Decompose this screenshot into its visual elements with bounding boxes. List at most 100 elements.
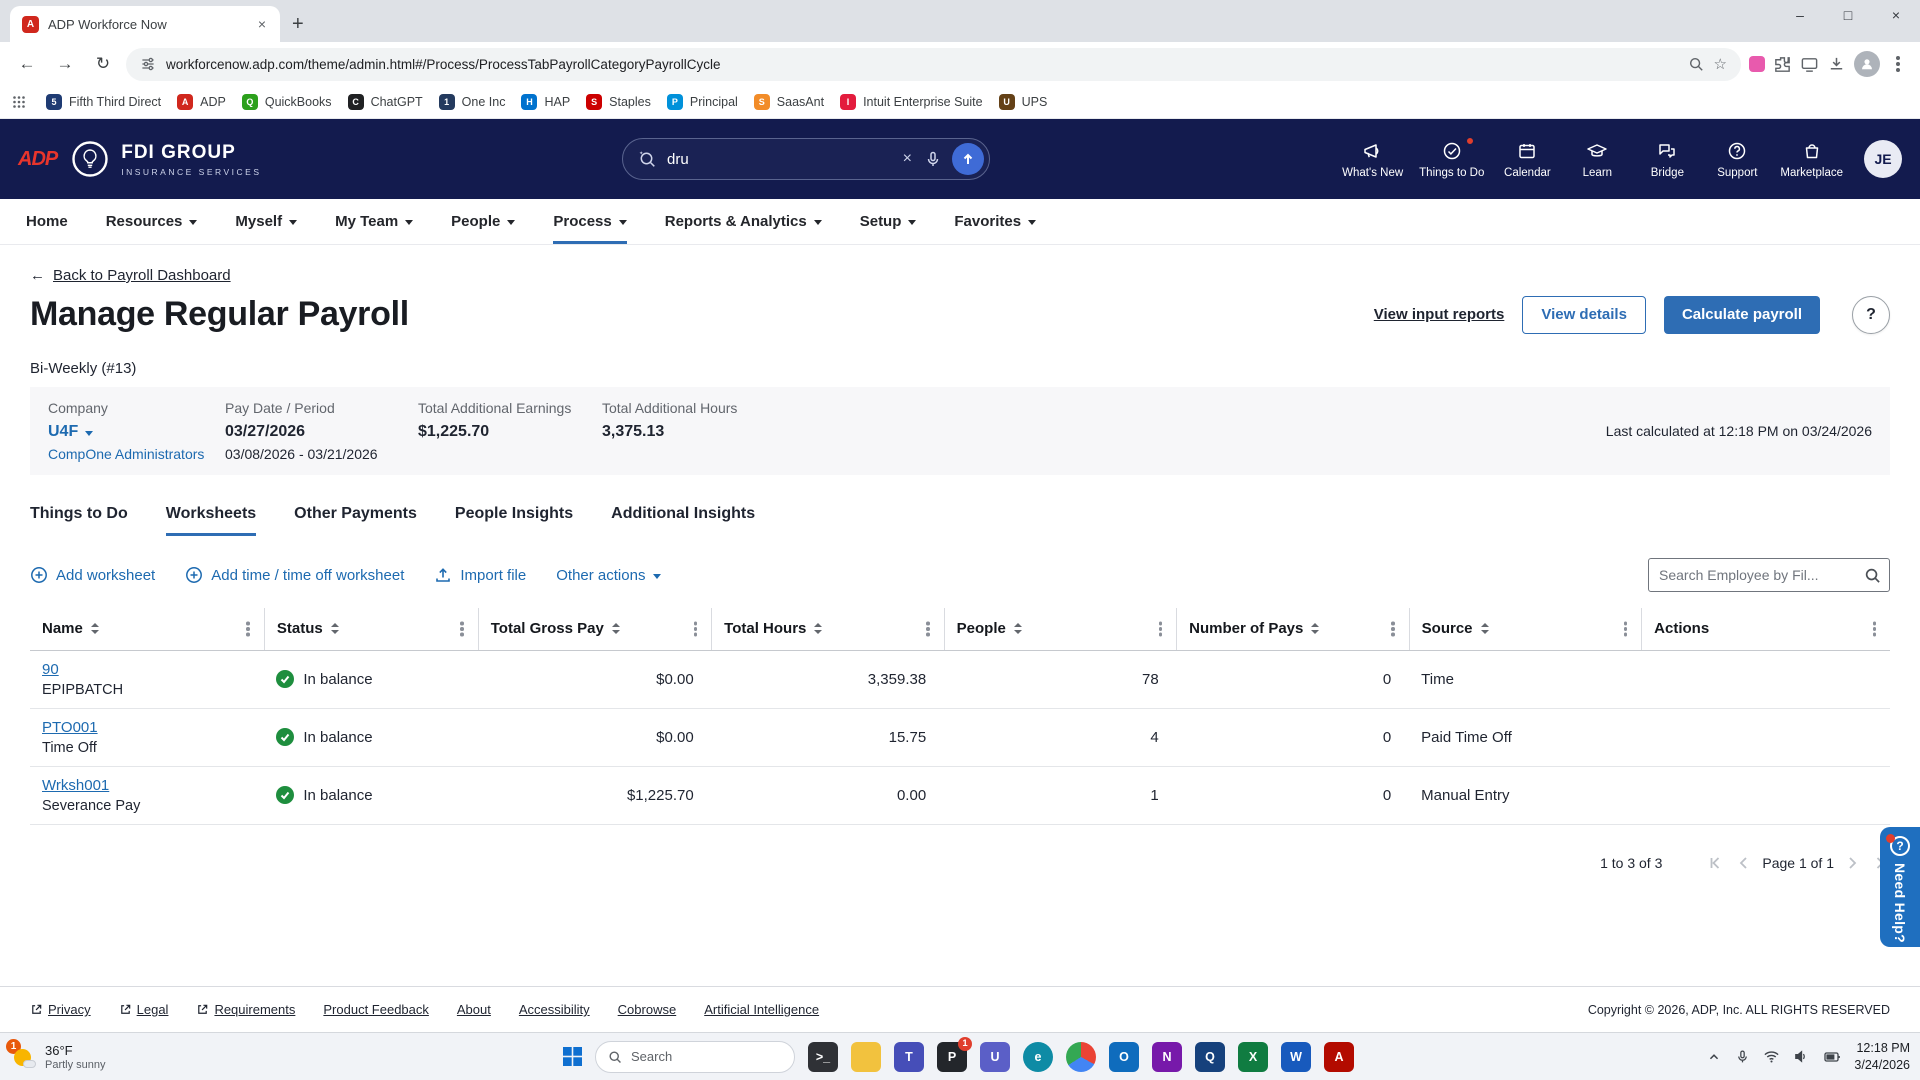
zoom-icon[interactable] bbox=[1688, 56, 1704, 72]
bookmark-item[interactable]: 1 One Inc bbox=[431, 91, 514, 113]
things-to-do-button[interactable]: Things to Do bbox=[1414, 140, 1489, 179]
nav-item[interactable]: Setup bbox=[860, 199, 917, 244]
tab-item[interactable]: People Insights bbox=[455, 505, 573, 536]
employee-search-input[interactable] bbox=[1648, 558, 1890, 592]
calculate-payroll-button[interactable]: Calculate payroll bbox=[1664, 296, 1820, 334]
taskbar-search[interactable]: Search bbox=[595, 1041, 795, 1073]
nav-item[interactable]: People bbox=[451, 199, 515, 244]
column-header[interactable]: People bbox=[944, 608, 1177, 650]
column-header[interactable]: Status bbox=[264, 608, 478, 650]
cast-icon[interactable] bbox=[1800, 55, 1819, 74]
help-button[interactable]: ? bbox=[1852, 296, 1890, 334]
column-menu-icon[interactable] bbox=[694, 627, 698, 631]
wifi-icon[interactable] bbox=[1763, 1048, 1780, 1065]
browser-menu-icon[interactable] bbox=[1896, 62, 1900, 66]
column-header[interactable]: Source bbox=[1409, 608, 1642, 650]
people-app-icon[interactable]: U bbox=[980, 1042, 1010, 1072]
footer-link[interactable]: Legal bbox=[119, 1002, 169, 1017]
whats-new-button[interactable]: What's New bbox=[1337, 140, 1408, 179]
browser-reload-icon[interactable]: ↻ bbox=[88, 49, 118, 79]
user-avatar[interactable]: JE bbox=[1864, 140, 1902, 178]
column-menu-icon[interactable] bbox=[1391, 627, 1395, 631]
worksheet-name-link[interactable]: PTO001 bbox=[42, 719, 98, 736]
need-help-tab[interactable]: ? Need Help? bbox=[1880, 827, 1920, 947]
learn-button[interactable]: Learn bbox=[1565, 140, 1629, 179]
column-menu-icon[interactable] bbox=[1624, 627, 1628, 631]
global-search-input[interactable] bbox=[667, 151, 891, 168]
tab-item[interactable]: Other Payments bbox=[294, 505, 417, 536]
worksheet-name-link[interactable]: 90 bbox=[42, 661, 59, 678]
start-button-icon[interactable] bbox=[563, 1047, 582, 1066]
nav-item[interactable]: Process bbox=[553, 199, 626, 244]
acrobat-icon[interactable]: A bbox=[1324, 1042, 1354, 1072]
bookmark-item[interactable]: I Intuit Enterprise Suite bbox=[832, 91, 991, 113]
first-page-icon[interactable] bbox=[1706, 853, 1726, 873]
footer-link[interactable]: About bbox=[457, 1002, 491, 1017]
terminal-icon[interactable]: >_ bbox=[808, 1042, 838, 1072]
column-header[interactable]: Name bbox=[30, 608, 264, 650]
teams-icon[interactable]: T bbox=[894, 1042, 924, 1072]
footer-link[interactable]: Privacy bbox=[30, 1002, 91, 1017]
tab-close-icon[interactable]: × bbox=[256, 16, 268, 32]
sort-icon[interactable] bbox=[612, 623, 620, 634]
edge-icon[interactable]: e bbox=[1023, 1042, 1053, 1072]
chrome-icon[interactable] bbox=[1066, 1042, 1096, 1072]
footer-link[interactable]: Requirements bbox=[196, 1002, 295, 1017]
column-menu-icon[interactable] bbox=[460, 627, 464, 631]
footer-link[interactable]: Cobrowse bbox=[618, 1002, 677, 1017]
bookmark-item[interactable]: A ADP bbox=[169, 91, 234, 113]
search-submit-button[interactable] bbox=[952, 143, 984, 175]
apps-grid-icon[interactable] bbox=[12, 95, 26, 109]
nav-item[interactable]: Home bbox=[26, 199, 68, 244]
pinned-extension-icon[interactable] bbox=[1749, 56, 1765, 72]
back-to-dashboard-link[interactable]: ← Back to Payroll Dashboard bbox=[30, 267, 231, 284]
bookmark-item[interactable]: P Principal bbox=[659, 91, 746, 113]
search-icon[interactable] bbox=[1864, 567, 1881, 584]
other-actions-button[interactable]: Other actions bbox=[556, 567, 661, 584]
nav-item[interactable]: Myself bbox=[235, 199, 297, 244]
column-header[interactable]: Total Hours bbox=[712, 608, 945, 650]
hidden-icons-chevron-icon[interactable] bbox=[1706, 1049, 1722, 1065]
marketplace-button[interactable]: Marketplace bbox=[1775, 140, 1848, 179]
nav-item[interactable]: Favorites bbox=[954, 199, 1036, 244]
column-header[interactable]: Total Gross Pay bbox=[478, 608, 711, 650]
view-input-reports-link[interactable]: View input reports bbox=[1374, 306, 1505, 323]
add-time-worksheet-button[interactable]: Add time / time off worksheet bbox=[185, 566, 404, 584]
company-selector[interactable]: U4F bbox=[48, 423, 225, 441]
support-button[interactable]: Support bbox=[1705, 140, 1769, 179]
mic-icon[interactable] bbox=[924, 150, 942, 168]
new-tab-button[interactable]: + bbox=[292, 13, 304, 36]
address-bar[interactable]: workforcenow.adp.com/theme/admin.html#/P… bbox=[126, 48, 1741, 81]
weather-widget[interactable]: 1 36°F Partly sunny bbox=[12, 1043, 106, 1071]
sort-icon[interactable] bbox=[1014, 623, 1022, 634]
sort-icon[interactable] bbox=[331, 623, 339, 634]
bookmark-item[interactable]: S Staples bbox=[578, 91, 659, 113]
column-header[interactable]: Number of Pays bbox=[1177, 608, 1410, 650]
excel-icon[interactable]: X bbox=[1238, 1042, 1268, 1072]
column-menu-icon[interactable] bbox=[1159, 627, 1163, 631]
window-close-icon[interactable]: × bbox=[1872, 0, 1920, 30]
browser-profile-icon[interactable] bbox=[1854, 51, 1880, 77]
outlook-icon[interactable]: O bbox=[1109, 1042, 1139, 1072]
nav-item[interactable]: My Team bbox=[335, 199, 413, 244]
bookmark-item[interactable]: Q QuickBooks bbox=[234, 91, 340, 113]
browser-tab[interactable]: A ADP Workforce Now × bbox=[10, 6, 280, 42]
add-worksheet-button[interactable]: Add worksheet bbox=[30, 566, 155, 584]
bookmark-item[interactable]: U UPS bbox=[991, 91, 1056, 113]
bookmark-star-icon[interactable]: ☆ bbox=[1714, 55, 1727, 73]
nav-item[interactable]: Resources bbox=[106, 199, 198, 244]
tab-item[interactable]: Things to Do bbox=[30, 505, 128, 536]
extensions-puzzle-icon[interactable] bbox=[1773, 55, 1792, 74]
calendar-button[interactable]: Calendar bbox=[1495, 140, 1559, 179]
phone-link-icon[interactable]: P 1 bbox=[937, 1042, 967, 1072]
file-explorer-icon[interactable] bbox=[851, 1042, 881, 1072]
global-search[interactable]: × bbox=[622, 138, 990, 180]
window-maximize-icon[interactable]: □ bbox=[1824, 0, 1872, 30]
quick-assist-icon[interactable]: Q bbox=[1195, 1042, 1225, 1072]
battery-icon[interactable] bbox=[1823, 1048, 1841, 1066]
column-menu-icon[interactable] bbox=[246, 627, 250, 631]
browser-forward-icon[interactable]: → bbox=[50, 49, 80, 79]
sort-icon[interactable] bbox=[91, 623, 99, 634]
previous-page-icon[interactable] bbox=[1734, 853, 1754, 873]
view-details-button[interactable]: View details bbox=[1522, 296, 1646, 334]
